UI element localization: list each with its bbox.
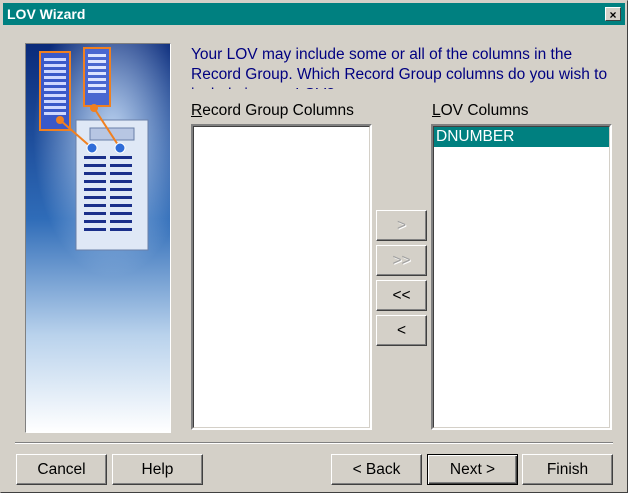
lov-columns-label-mnemonic: L: [432, 102, 441, 119]
remove-one-button[interactable]: <: [376, 315, 427, 346]
add-all-button[interactable]: >>: [376, 245, 427, 276]
help-button[interactable]: Help: [112, 454, 203, 485]
footer-separator: [15, 442, 613, 444]
remove-all-button[interactable]: <<: [376, 280, 427, 311]
record-group-label-mnemonic: R: [191, 102, 203, 119]
record-group-label-text: ecord Group Columns: [202, 102, 354, 119]
lov-columns-label-text: OV Columns: [440, 102, 529, 119]
cancel-button[interactable]: Cancel: [16, 454, 107, 485]
lov-list-frame: [433, 126, 610, 428]
record-group-columns-list[interactable]: [191, 124, 372, 430]
close-button[interactable]: ×: [605, 7, 621, 22]
title-bar[interactable]: LOV Wizard ×: [3, 3, 625, 25]
lov-wizard-window: LOV Wizard × Your LOV may include some o…: [0, 0, 628, 493]
record-group-list-frame: [193, 126, 370, 428]
wizard-illustration-image: [26, 44, 170, 432]
record-group-columns-label: Record Group Columns: [191, 102, 354, 120]
lov-columns-label: LOV Columns: [432, 102, 529, 120]
finish-button[interactable]: Finish: [522, 454, 613, 485]
add-one-button[interactable]: >: [376, 210, 427, 241]
next-button[interactable]: Next >: [427, 454, 518, 485]
wizard-illustration: [25, 43, 171, 433]
instruction-text: Your LOV may include some or all of the …: [191, 46, 608, 89]
lov-columns-list[interactable]: DNUMBER: [431, 124, 612, 430]
lov-column-item-dnumber[interactable]: DNUMBER: [434, 127, 609, 147]
window-title: LOV Wizard: [7, 6, 86, 22]
back-button[interactable]: < Back: [331, 454, 422, 485]
